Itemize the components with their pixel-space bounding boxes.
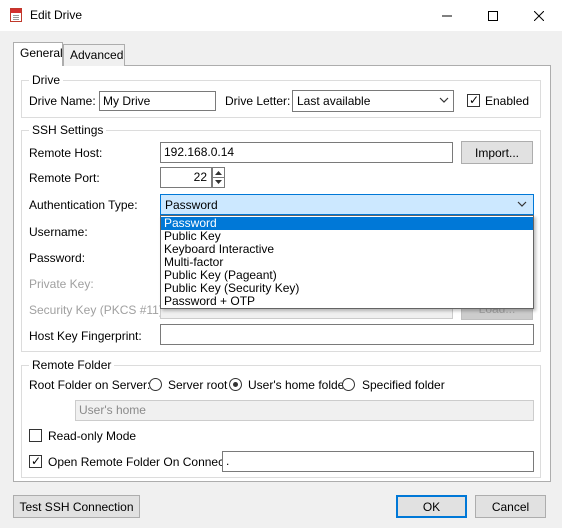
open-folder-checkbox[interactable]: [29, 453, 42, 469]
maximize-button[interactable]: [470, 0, 516, 31]
drive-letter-value: Last available: [297, 94, 371, 108]
cancel-button[interactable]: Cancel: [475, 495, 546, 518]
readonly-label: Read-only Mode: [48, 429, 137, 443]
remote-host-input[interactable]: 192.168.0.14: [160, 142, 453, 163]
close-button[interactable]: [516, 0, 562, 31]
auth-type-dropdown-list[interactable]: Password Public Key Keyboard Interactive…: [160, 215, 534, 309]
chevron-down-icon: [517, 199, 527, 212]
remote-folder-group-label: Remote Folder: [29, 358, 115, 372]
auth-type-select[interactable]: Password: [160, 194, 534, 215]
open-folder-label: Open Remote Folder On Connect:: [48, 455, 231, 469]
drive-letter-select[interactable]: Last available: [292, 90, 454, 112]
drive-letter-label: Drive Letter:: [225, 94, 291, 108]
root-folder-label: Root Folder on Server:: [29, 378, 151, 392]
import-button[interactable]: Import...: [461, 141, 533, 164]
radio-server-root[interactable]: [149, 378, 162, 391]
remote-port-label: Remote Port:: [29, 171, 100, 185]
username-label: Username:: [29, 225, 88, 239]
window-title: Edit Drive: [30, 8, 83, 22]
radio-server-root-label: Server root: [168, 378, 228, 392]
remote-path-input: User's home: [75, 400, 534, 421]
tab-general[interactable]: General: [13, 42, 63, 66]
ssh-settings-group-label: SSH Settings: [29, 123, 107, 137]
minimize-icon: [442, 15, 452, 16]
chevron-down-icon: [439, 95, 449, 108]
drive-name-input[interactable]: My Drive: [99, 91, 216, 111]
private-key-label: Private Key:: [29, 277, 94, 291]
fingerprint-input[interactable]: [160, 324, 534, 345]
remote-host-label: Remote Host:: [29, 146, 103, 160]
readonly-checkbox[interactable]: [29, 429, 42, 442]
app-icon: [10, 8, 22, 22]
radio-specified-folder-label: Specified folder: [362, 378, 445, 392]
maximize-icon: [488, 10, 498, 21]
drive-name-label: Drive Name:: [29, 94, 96, 108]
enabled-checkbox[interactable]: [467, 92, 480, 108]
security-key-label: Security Key (PKCS #11):: [29, 303, 167, 317]
password-label: Password:: [29, 251, 86, 265]
minimize-button[interactable]: [424, 0, 470, 31]
open-folder-input[interactable]: .: [222, 451, 534, 472]
radio-specified-folder[interactable]: [342, 378, 355, 391]
enabled-label: Enabled: [485, 94, 530, 108]
drive-group-label: Drive: [29, 73, 64, 87]
ok-button[interactable]: OK: [396, 495, 467, 518]
port-spinner[interactable]: [212, 167, 225, 188]
auth-type-value: Password: [165, 198, 218, 212]
test-ssh-connection-button[interactable]: Test SSH Connection: [13, 495, 140, 518]
radio-users-home-folder-label: User's home folder: [248, 378, 349, 392]
auth-type-label: Authentication Type:: [29, 198, 138, 212]
remote-port-input[interactable]: 22: [160, 167, 212, 188]
auth-option-password-otp[interactable]: Password + OTP: [161, 295, 533, 308]
fingerprint-label: Host Key Fingerprint:: [29, 329, 142, 343]
spinner-arrows-icon: [213, 171, 224, 184]
close-icon: [534, 10, 544, 21]
tab-advanced[interactable]: Advanced: [63, 44, 125, 66]
radio-users-home-folder[interactable]: [229, 378, 242, 391]
